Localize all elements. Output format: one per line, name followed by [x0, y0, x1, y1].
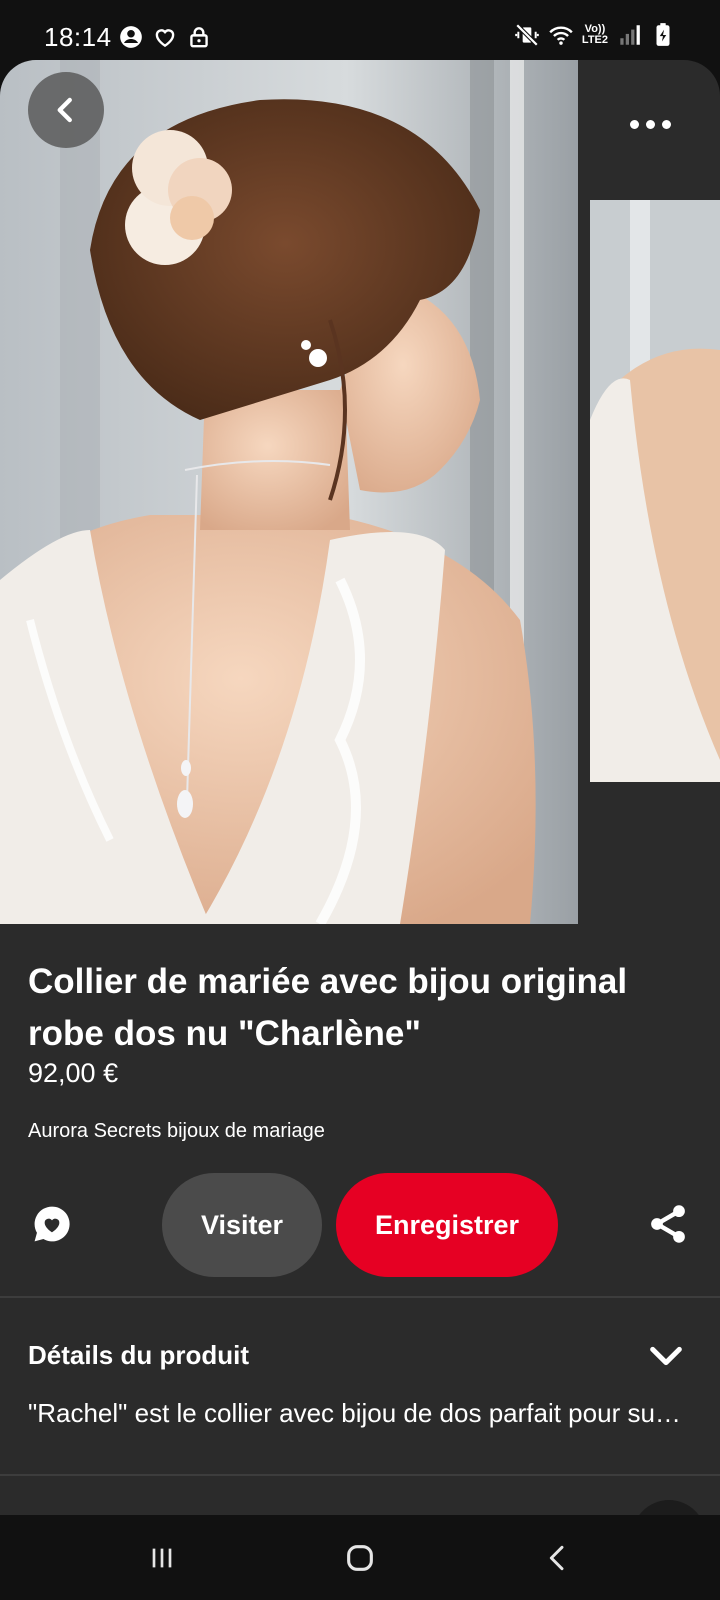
- volte-lte-icon: Vo)) LTE2: [581, 23, 608, 46]
- divider: [0, 1296, 720, 1298]
- wifi-icon: [549, 26, 573, 45]
- product-description: "Rachel" est le collier avec bijou de do…: [28, 1398, 688, 1428]
- floating-button[interactable]: [632, 1500, 706, 1515]
- back-button[interactable]: [28, 72, 104, 148]
- back-nav-icon: [549, 1545, 564, 1571]
- product-details-heading[interactable]: Détails du produit: [28, 1340, 249, 1371]
- status-time: 18:14: [44, 22, 112, 52]
- heart-outline-icon: [155, 29, 175, 48]
- chevron-down-icon[interactable]: [646, 1336, 686, 1376]
- next-pin-preview[interactable]: [590, 200, 720, 782]
- save-button[interactable]: Enregistrer: [336, 1173, 558, 1277]
- share-icon[interactable]: [646, 1202, 690, 1246]
- pin-title: Collier de mariée avec bijou original ro…: [28, 962, 628, 1053]
- visit-button[interactable]: Visiter: [162, 1173, 322, 1277]
- system-nav-bar: [0, 1516, 720, 1600]
- lock-icon: [190, 27, 208, 48]
- signal-icon: [620, 25, 640, 45]
- seller-name[interactable]: Aurora Secrets bijoux de mariage: [28, 1120, 325, 1143]
- status-bar: 18:14 Vo)) LTE2: [0, 0, 720, 60]
- divider: [0, 1474, 720, 1476]
- pin-image[interactable]: [0, 60, 578, 924]
- recent-apps-icon: [152, 1548, 172, 1568]
- comment-icon[interactable]: [30, 1202, 74, 1246]
- mute-vibrate-icon: [515, 23, 539, 47]
- pin-card: Collier de mariée avec bijou original ro…: [0, 60, 720, 1515]
- account-circle-icon: [120, 26, 142, 48]
- home-button[interactable]: [330, 1532, 390, 1584]
- home-icon: [347, 1545, 373, 1571]
- pin-price: 92,00 €: [28, 1058, 119, 1088]
- back-nav-button[interactable]: [528, 1532, 588, 1584]
- battery-charging-icon: [656, 23, 670, 46]
- recent-apps-button[interactable]: [132, 1532, 192, 1584]
- more-options-icon[interactable]: [620, 104, 680, 144]
- chevron-left-icon: [57, 97, 72, 123]
